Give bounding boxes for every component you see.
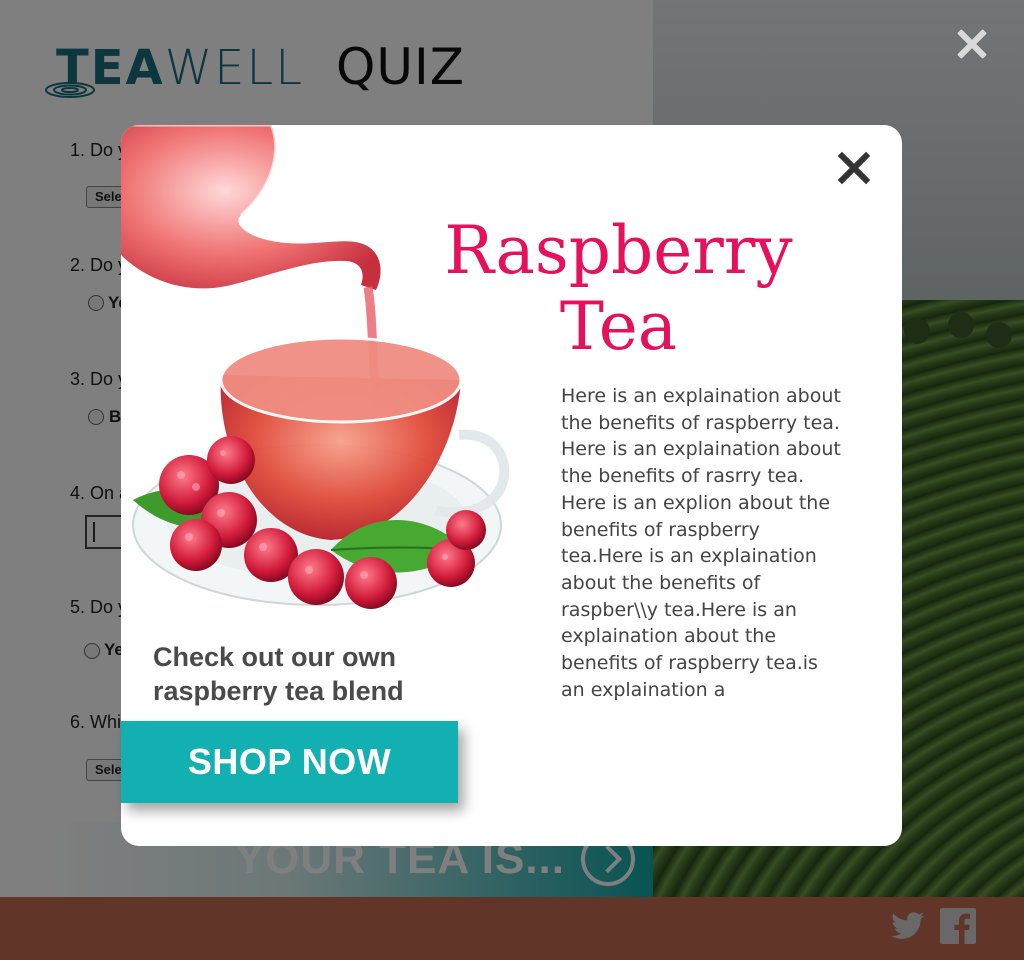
title-line-2: Tea — [559, 288, 678, 365]
cta-line-1: Check out our own — [153, 642, 396, 672]
raspberry-tea-image — [121, 125, 510, 609]
page-close-icon[interactable] — [956, 28, 988, 60]
modal-cta-text: Check out our own raspberry tea blend — [153, 640, 483, 708]
raspberry-tea-modal: Raspberry Tea Here is an explaination ab… — [121, 125, 902, 846]
modal-title: Raspberry Tea — [431, 213, 806, 365]
modal-description: Here is an explaination about the benefi… — [561, 385, 841, 701]
title-line-1: Raspberry — [444, 212, 793, 289]
close-icon[interactable] — [837, 151, 871, 185]
cta-line-2: raspberry tea blend — [153, 676, 404, 706]
shop-now-button[interactable]: SHOP NOW — [121, 721, 458, 803]
